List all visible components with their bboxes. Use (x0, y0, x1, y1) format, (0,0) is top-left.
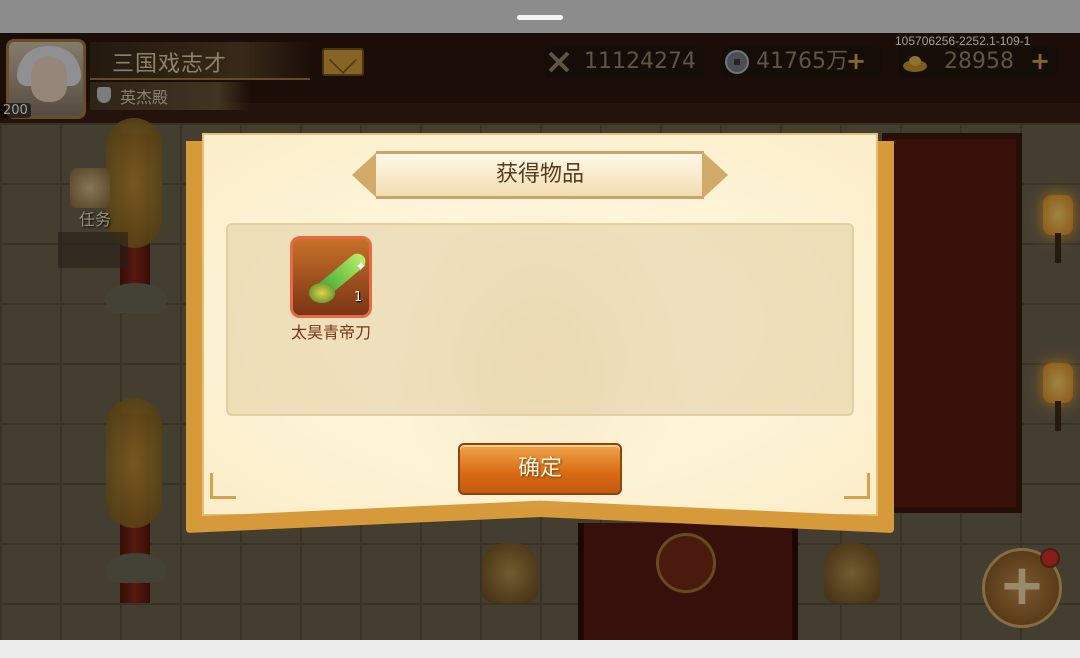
corner-ornament (210, 473, 236, 499)
dialog-title: 获得物品 (495, 162, 584, 187)
confirm-button[interactable]: 确定 (458, 443, 622, 495)
system-bottom-bar (0, 640, 1080, 658)
sparkle-icon: ✦ (355, 259, 367, 275)
item-name: 太昊青帝刀 (290, 323, 371, 342)
drag-handle[interactable] (517, 15, 563, 20)
system-top-bar (0, 0, 1080, 33)
corner-ornament (844, 473, 870, 499)
item-count: 1 (354, 290, 363, 305)
screen: 200 三国戏志才 英杰殿 11124274 41765万 + 28958 + … (0, 0, 1080, 658)
sword-item-icon[interactable]: ✦ (290, 236, 372, 318)
item-hilt (309, 283, 335, 303)
